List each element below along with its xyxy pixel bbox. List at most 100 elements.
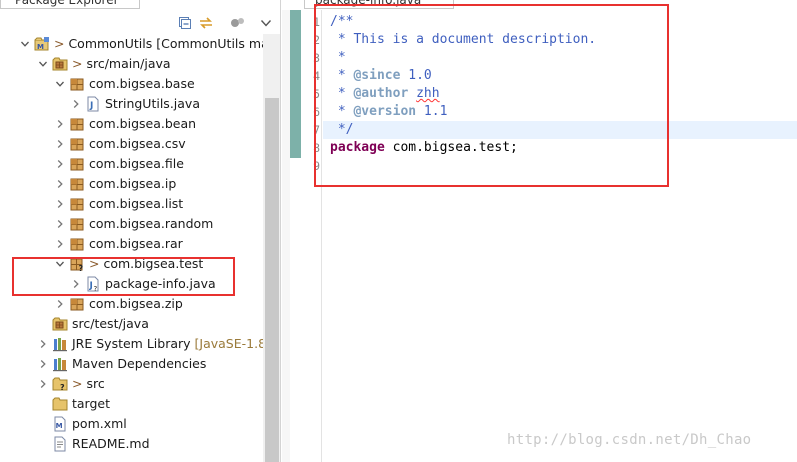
src-folder-icon xyxy=(52,56,68,72)
tree-item[interactable]: com.bigsea.bean xyxy=(0,114,263,134)
tree-item-label: com.bigsea.zip xyxy=(89,294,183,314)
tree-item-label: > CommonUtils [CommonUtils master] xyxy=(54,34,281,54)
chevron-right-icon[interactable] xyxy=(54,154,66,174)
vcs-dirty-marker: > xyxy=(72,376,87,391)
tree-item-text: JRE System Library xyxy=(72,336,191,351)
collapse-all-icon[interactable] xyxy=(176,14,194,32)
view-menu-icon[interactable] xyxy=(229,14,247,32)
tree-item-text: README.md xyxy=(72,436,150,451)
tree-item[interactable]: ? > src xyxy=(0,374,263,394)
package-icon xyxy=(69,296,85,312)
chevron-right-icon[interactable] xyxy=(54,134,66,154)
tree-item-text: com.bigsea.list xyxy=(89,196,184,211)
tree-item-label: README.md xyxy=(72,434,150,454)
vcs-dirty-marker: > xyxy=(72,56,87,71)
chevron-right-icon[interactable] xyxy=(54,194,66,214)
tree-item[interactable]: Mpom.xml xyxy=(0,414,263,434)
svg-text:M: M xyxy=(37,43,44,51)
tree-item[interactable]: com.bigsea.list xyxy=(0,194,263,214)
chevron-down-icon[interactable] xyxy=(54,74,66,94)
chevron-right-icon[interactable] xyxy=(54,114,66,134)
chevron-right-icon[interactable] xyxy=(37,354,49,374)
package-icon xyxy=(69,136,85,152)
tree-item[interactable]: com.bigsea.rar xyxy=(0,234,263,254)
package-icon xyxy=(69,196,85,212)
tree-item-text: com.bigsea.ip xyxy=(89,176,177,191)
library-icon xyxy=(52,336,68,352)
tree-item[interactable]: JRE System Library [JavaSE-1.8] xyxy=(0,334,271,354)
tree-item-label: > src xyxy=(72,374,105,394)
tree-item-label: > src/main/java xyxy=(72,54,171,74)
tree-item-label: target xyxy=(72,394,110,414)
tree-item[interactable]: > src/main/java xyxy=(0,54,263,74)
tree-item-text: com.bigsea.random xyxy=(89,216,214,231)
tree-item-decoration: [JavaSE-1.8] xyxy=(190,336,271,351)
tree-item-text: com.bigsea.file xyxy=(89,156,184,171)
tree-item[interactable]: Maven Dependencies xyxy=(0,354,263,374)
tree-item-text: src xyxy=(86,376,105,391)
tree-item[interactable]: com.bigsea.base xyxy=(0,74,263,94)
vcs-dirty-marker: > xyxy=(54,36,69,51)
tree-item-text: com.bigsea.csv xyxy=(89,136,186,151)
svg-text:J: J xyxy=(89,101,93,111)
chevron-down-icon[interactable] xyxy=(37,54,49,74)
svg-text:M: M xyxy=(56,422,63,430)
chevron-down-icon[interactable] xyxy=(257,14,275,32)
tree-item-label: com.bigsea.list xyxy=(89,194,183,214)
chevron-right-icon[interactable] xyxy=(70,94,82,114)
svg-text:?: ? xyxy=(60,383,65,392)
chevron-right-icon[interactable] xyxy=(54,214,66,234)
explorer-scrollbar-thumb[interactable] xyxy=(265,98,279,462)
chevron-down-icon[interactable] xyxy=(19,34,31,54)
tree-item[interactable]: README.md xyxy=(0,434,263,454)
tree-item[interactable]: target xyxy=(0,394,263,414)
tree-item-text: pom.xml xyxy=(72,416,127,431)
java-file-icon: J xyxy=(85,96,101,112)
no-twisty xyxy=(37,414,49,434)
folder-icon xyxy=(52,396,68,412)
tree-item-label: pom.xml xyxy=(72,414,127,434)
tree-item[interactable]: com.bigsea.csv xyxy=(0,134,263,154)
no-twisty xyxy=(37,394,49,414)
xml-file-icon: M xyxy=(52,416,68,432)
tree-item[interactable]: src/test/java xyxy=(0,314,263,334)
package-explorer: Package Explorer M > CommonUtils [CommonU… xyxy=(0,0,281,462)
text-file-icon xyxy=(52,436,68,452)
no-twisty xyxy=(37,314,49,334)
folder-mod-icon: ? xyxy=(52,376,68,392)
tree-item-text: target xyxy=(72,396,111,411)
tree-item-text: Maven Dependencies xyxy=(72,356,207,371)
watermark: http://blog.csdn.net/Dh_Chao xyxy=(507,432,752,448)
tree-item[interactable]: M > CommonUtils [CommonUtils master] xyxy=(0,34,280,54)
tree-item[interactable]: com.bigsea.file xyxy=(0,154,263,174)
tree-item[interactable]: J StringUtils.java xyxy=(0,94,263,114)
link-with-editor-icon[interactable] xyxy=(197,14,215,32)
quick-diff-bar xyxy=(290,10,301,158)
package-icon xyxy=(69,156,85,172)
tree-item-text: CommonUtils [CommonUtils master] xyxy=(68,36,281,51)
tree-item[interactable]: com.bigsea.random xyxy=(0,214,263,234)
annotation-box-package xyxy=(12,257,235,296)
tree-item-label: Maven Dependencies xyxy=(72,354,206,374)
tree-item[interactable]: com.bigsea.ip xyxy=(0,174,263,194)
tree-item[interactable]: com.bigsea.zip xyxy=(0,294,263,314)
library-icon xyxy=(52,356,68,372)
explorer-tab-bar: Package Explorer xyxy=(0,0,280,34)
tree-item-text: StringUtils.java xyxy=(105,96,200,111)
tree-item-label: com.bigsea.csv xyxy=(89,134,186,154)
chevron-right-icon[interactable] xyxy=(37,374,49,394)
chevron-right-icon[interactable] xyxy=(54,174,66,194)
tree-item-text: com.bigsea.zip xyxy=(89,296,183,311)
chevron-right-icon[interactable] xyxy=(54,234,66,254)
package-icon xyxy=(69,176,85,192)
tree-item-label: src/test/java xyxy=(72,314,149,334)
editor-left-ruler xyxy=(282,10,290,462)
chevron-right-icon[interactable] xyxy=(54,294,66,314)
tree-item-text: com.bigsea.rar xyxy=(89,236,183,251)
chevron-right-icon[interactable] xyxy=(37,334,49,354)
tree-item-label: com.bigsea.ip xyxy=(89,174,176,194)
package-icon xyxy=(69,116,85,132)
explorer-tab[interactable]: Package Explorer xyxy=(0,0,140,9)
annotation-box-editor xyxy=(314,4,669,187)
package-icon xyxy=(69,76,85,92)
